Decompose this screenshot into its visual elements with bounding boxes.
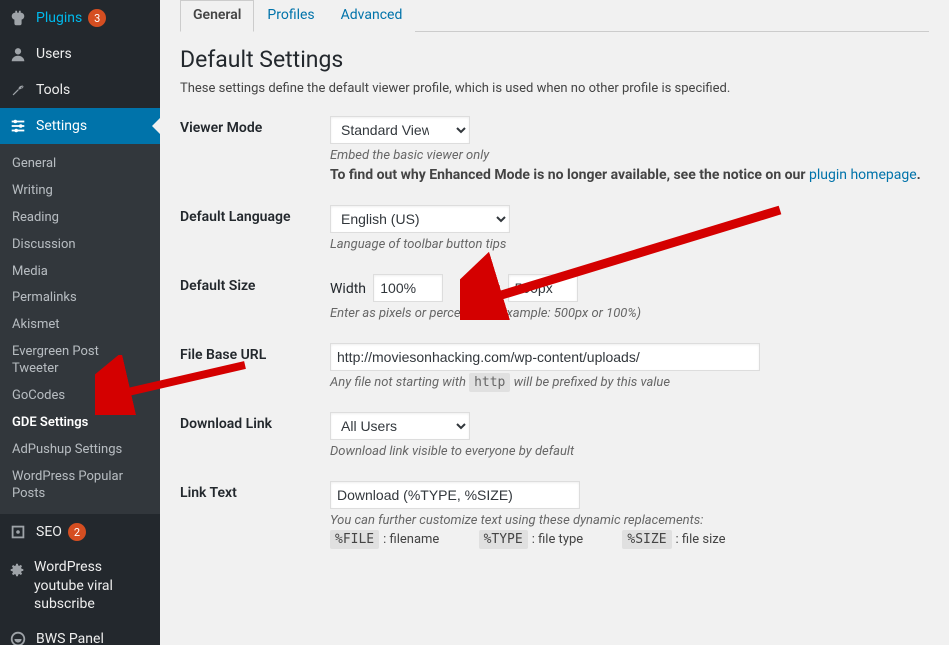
sub-general[interactable]: General: [0, 151, 160, 178]
panel-icon: [8, 629, 28, 645]
row-link-text: Link Text You can further customize text…: [180, 481, 929, 547]
admin-sidebar: Plugins 3 Users Tools Settings General W…: [0, 0, 160, 645]
row-file-base-url: File Base URL Any file not starting with…: [180, 343, 929, 390]
settings-submenu: General Writing Reading Discussion Media…: [0, 144, 160, 514]
download-link-select[interactable]: All Users: [330, 412, 470, 440]
sidebar-label: WordPress youtube viral subscribe: [34, 558, 152, 613]
viewer-mode-note: Embed the basic viewer only: [330, 148, 929, 163]
label-download-link: Download Link: [180, 412, 330, 432]
link-text-note: You can further customize text using the…: [330, 513, 929, 528]
label-link-text: Link Text: [180, 481, 330, 501]
download-link-note: Download link visible to everyone by def…: [330, 444, 929, 459]
page-description: These settings define the default viewer…: [180, 81, 929, 96]
users-icon: [8, 44, 28, 64]
sidebar-item-plugins[interactable]: Plugins 3: [0, 0, 160, 36]
sidebar-label: SEO: [36, 524, 62, 540]
height-input[interactable]: [508, 274, 578, 302]
tab-profiles[interactable]: Profiles: [254, 0, 327, 32]
sidebar-label: Plugins: [36, 10, 82, 26]
sub-reading[interactable]: Reading: [0, 205, 160, 232]
link-text-input[interactable]: [330, 481, 580, 509]
label-file-base-url: File Base URL: [180, 343, 330, 363]
width-input[interactable]: [373, 274, 443, 302]
tools-icon: [8, 80, 28, 100]
sidebar-item-tools[interactable]: Tools: [0, 72, 160, 108]
sidebar-item-seo[interactable]: SEO 2: [0, 514, 160, 550]
rep-size: %SIZE: file size: [622, 532, 743, 547]
viewer-info-suffix: .: [917, 167, 921, 183]
width-label: Width: [330, 281, 366, 297]
sidebar-item-users[interactable]: Users: [0, 36, 160, 72]
sidebar-item-settings[interactable]: Settings: [0, 108, 160, 144]
update-badge: 2: [68, 523, 86, 541]
height-label: Height: [459, 281, 500, 297]
row-default-size: Default Size Width Height Enter as pixel…: [180, 274, 929, 321]
label-viewer-mode: Viewer Mode: [180, 116, 330, 136]
sidebar-label: Settings: [36, 118, 87, 134]
content-area: General Profiles Advanced Default Settin…: [160, 0, 949, 645]
tab-advanced[interactable]: Advanced: [328, 0, 416, 32]
settings-tabs: General Profiles Advanced: [180, 0, 929, 32]
sub-discussion[interactable]: Discussion: [0, 232, 160, 259]
sidebar-label: Tools: [36, 82, 70, 98]
sub-gocodes[interactable]: GoCodes: [0, 383, 160, 410]
file-base-url-input[interactable]: [330, 343, 760, 371]
label-default-size: Default Size: [180, 274, 330, 294]
sidebar-label: Users: [36, 46, 72, 62]
seo-icon: [8, 522, 28, 542]
row-default-language: Default Language English (US) Language o…: [180, 205, 929, 252]
sub-gde-settings[interactable]: GDE Settings: [0, 410, 160, 437]
plugin-icon: [8, 8, 28, 28]
gear-icon: [8, 560, 26, 580]
rep-file: %FILE: filename: [330, 532, 457, 547]
sub-adpushup[interactable]: AdPushup Settings: [0, 437, 160, 464]
sub-akismet[interactable]: Akismet: [0, 312, 160, 339]
update-badge: 3: [88, 9, 106, 27]
sub-media[interactable]: Media: [0, 259, 160, 286]
settings-sliders-icon: [8, 116, 28, 136]
default-language-select[interactable]: English (US): [330, 205, 510, 233]
page-title: Default Settings: [180, 46, 929, 73]
viewer-mode-select[interactable]: Standard Viewer: [330, 116, 470, 144]
label-default-language: Default Language: [180, 205, 330, 225]
plugin-homepage-link[interactable]: plugin homepage: [809, 167, 917, 183]
sub-wpp[interactable]: WordPress Popular Posts: [0, 464, 160, 508]
viewer-info-prefix: To find out why Enhanced Mode is no long…: [330, 167, 809, 183]
size-note: Enter as pixels or percentage (example: …: [330, 306, 929, 321]
sub-permalinks[interactable]: Permalinks: [0, 285, 160, 312]
sub-writing[interactable]: Writing: [0, 178, 160, 205]
sidebar-label: BWS Panel: [36, 631, 104, 645]
row-viewer-mode: Viewer Mode Standard Viewer Embed the ba…: [180, 116, 929, 183]
language-note: Language of toolbar button tips: [330, 237, 929, 252]
rep-type: %TYPE: file type: [479, 532, 602, 547]
sub-evergreen[interactable]: Evergreen Post Tweeter: [0, 339, 160, 383]
base-url-note: Any file not starting with http will be …: [330, 375, 929, 390]
sidebar-item-wpyt[interactable]: WordPress youtube viral subscribe: [0, 550, 160, 621]
sidebar-item-bws[interactable]: BWS Panel: [0, 621, 160, 645]
row-download-link: Download Link All Users Download link vi…: [180, 412, 929, 459]
tab-general[interactable]: General: [180, 0, 254, 32]
